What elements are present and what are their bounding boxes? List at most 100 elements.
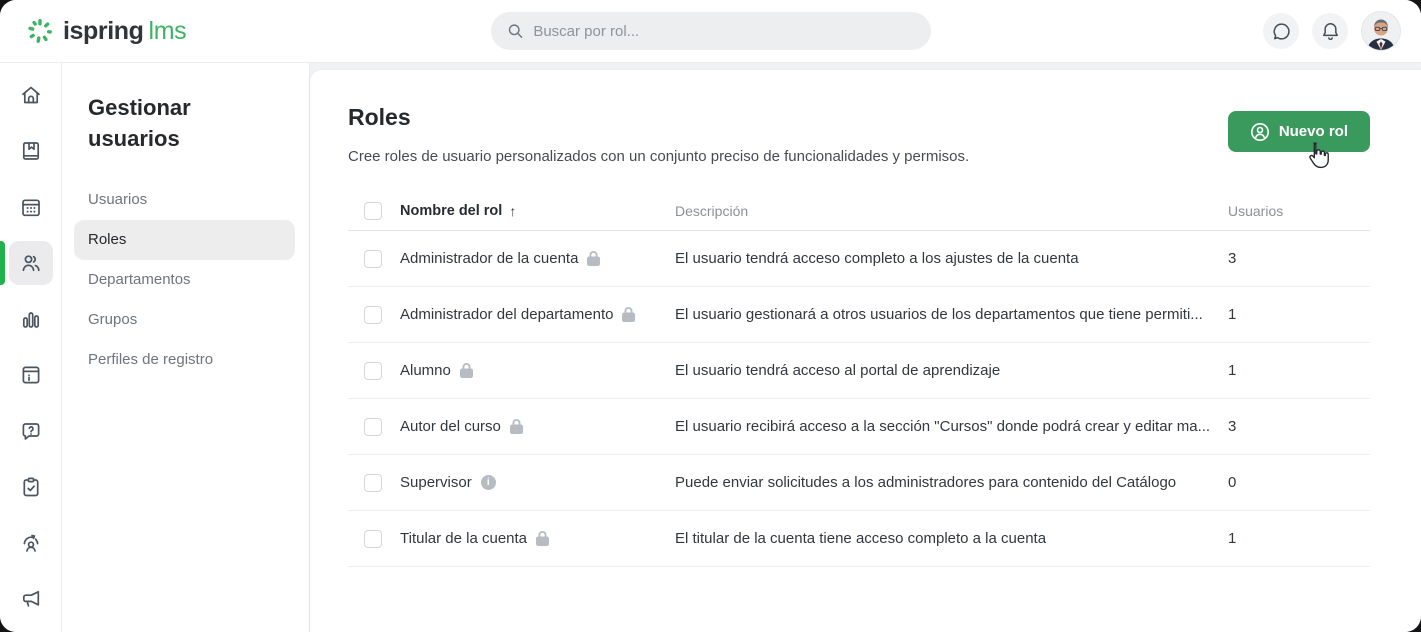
table-body: Administrador de la cuenta i El usuario … xyxy=(348,231,1370,567)
subnav-item-perfiles-de-registro[interactable]: Perfiles de registro xyxy=(74,340,295,380)
role-name: Alumno xyxy=(400,362,451,379)
clipboard-check-icon xyxy=(19,475,43,499)
lock-icon xyxy=(587,251,600,266)
row-checkbox[interactable] xyxy=(364,418,382,436)
subnav-item-label: Departamentos xyxy=(88,271,191,288)
table-header: Nombre del rol ↑ Descripción Usuarios xyxy=(348,191,1370,231)
info-window-icon xyxy=(19,363,43,387)
logo-product: lms xyxy=(149,17,187,45)
role-description: El usuario tendrá acceso completo a los … xyxy=(675,250,1228,267)
users-icon xyxy=(19,251,43,275)
search-input[interactable] xyxy=(533,23,914,40)
role-name: Supervisor xyxy=(400,474,472,491)
role-user-count: 3 xyxy=(1228,250,1370,267)
sidebar-item-help[interactable] xyxy=(9,409,53,453)
new-role-user-icon xyxy=(1250,122,1270,142)
logo-brand: ispring xyxy=(63,17,144,45)
row-checkbox[interactable] xyxy=(364,250,382,268)
role-description: Puede enviar solicitudes a los administr… xyxy=(675,474,1228,491)
subnav-item-label: Perfiles de registro xyxy=(88,351,213,368)
subnav-item-label: Usuarios xyxy=(88,191,147,208)
sidebar-item-skills[interactable] xyxy=(9,521,53,565)
table-row[interactable]: Autor del curso i El usuario recibirá ac… xyxy=(348,399,1370,455)
table-row[interactable]: Alumno i El usuario tendrá acceso al por… xyxy=(348,343,1370,399)
subnav-title: Gestionar usuarios xyxy=(88,92,258,154)
subnav-panel: Gestionar usuarios Usuarios Roles Departam… xyxy=(62,62,310,632)
roles-table: Nombre del rol ↑ Descripción Usuarios Ad… xyxy=(348,191,1370,567)
roles-card: Roles Cree roles de usuario personalizad… xyxy=(310,70,1421,632)
search-bar xyxy=(491,12,931,50)
bar-chart-icon xyxy=(19,307,43,331)
help-bubble-icon xyxy=(19,419,43,443)
new-role-button[interactable]: Nuevo rol xyxy=(1228,111,1370,152)
row-checkbox[interactable] xyxy=(364,362,382,380)
sidebar-item-home[interactable] xyxy=(9,73,53,117)
sidebar-item-calendar[interactable] xyxy=(9,185,53,229)
role-description: El usuario gestionará a otros usuarios d… xyxy=(675,306,1228,323)
subnav-item-roles[interactable]: Roles xyxy=(74,220,295,260)
megaphone-icon xyxy=(19,587,43,611)
search-icon xyxy=(507,22,524,40)
main-area: Roles Cree roles de usuario personalizad… xyxy=(310,62,1421,632)
column-header-description: Descripción xyxy=(675,203,1228,219)
ispring-logo: ispringlms xyxy=(26,17,186,46)
user-avatar[interactable] xyxy=(1361,11,1401,51)
topbar-actions xyxy=(1263,11,1401,51)
lock-icon xyxy=(460,363,473,378)
row-checkbox[interactable] xyxy=(364,530,382,548)
chat-icon xyxy=(1271,21,1292,42)
role-description: El usuario tendrá acceso al portal de ap… xyxy=(675,362,1228,379)
subnav-item-usuarios[interactable]: Usuarios xyxy=(74,180,295,220)
subnav-item-label: Grupos xyxy=(88,311,137,328)
role-user-count: 1 xyxy=(1228,362,1370,379)
role-user-count: 1 xyxy=(1228,530,1370,547)
lock-icon xyxy=(536,531,549,546)
subnav-item-departamentos[interactable]: Departamentos xyxy=(74,260,295,300)
table-row[interactable]: Titular de la cuenta i El titular de la … xyxy=(348,511,1370,567)
person-gauge-icon xyxy=(19,531,43,555)
role-name: Administrador del departamento xyxy=(400,306,613,323)
table-row[interactable]: Administrador del departamento i El usua… xyxy=(348,287,1370,343)
column-header-name[interactable]: Nombre del rol ↑ xyxy=(400,203,675,219)
page-title: Roles xyxy=(348,104,1370,131)
role-user-count: 3 xyxy=(1228,418,1370,435)
subnav-list: Usuarios Roles Departamentos Grupos Perfiles… xyxy=(62,180,295,380)
active-rail-indicator xyxy=(0,241,5,285)
subnav-item-label: Roles xyxy=(88,231,126,248)
table-row[interactable]: Supervisor i Puede enviar solicitudes a … xyxy=(348,455,1370,511)
select-all-checkbox[interactable] xyxy=(364,202,382,220)
app-window: ispringlms xyxy=(0,0,1421,632)
avatar-photo xyxy=(1362,12,1400,50)
row-checkbox[interactable] xyxy=(364,306,382,324)
new-role-button-label: Nuevo rol xyxy=(1279,123,1348,140)
sidebar-item-courses[interactable] xyxy=(9,129,53,173)
subnav-item-grupos[interactable]: Grupos xyxy=(74,300,295,340)
sidebar-item-reports[interactable] xyxy=(9,297,53,341)
sidebar-item-info[interactable] xyxy=(9,353,53,397)
sidebar-item-users[interactable] xyxy=(9,241,53,285)
role-name: Administrador de la cuenta xyxy=(400,250,578,267)
column-header-name-label: Nombre del rol xyxy=(400,203,502,219)
calendar-icon xyxy=(19,195,43,219)
lock-icon xyxy=(510,419,523,434)
sort-ascending-icon: ↑ xyxy=(509,203,516,219)
table-row[interactable]: Administrador de la cuenta i El usuario … xyxy=(348,231,1370,287)
ispring-burst-icon xyxy=(26,17,54,45)
sidebar-item-assignments[interactable] xyxy=(9,465,53,509)
role-name: Titular de la cuenta xyxy=(400,530,527,547)
role-description: El titular de la cuenta tiene acceso com… xyxy=(675,530,1228,547)
column-header-users: Usuarios xyxy=(1228,203,1370,219)
home-icon xyxy=(19,83,43,107)
book-icon xyxy=(19,139,43,163)
icon-rail xyxy=(0,62,62,632)
role-user-count: 1 xyxy=(1228,306,1370,323)
info-icon: i xyxy=(481,475,496,490)
bell-icon xyxy=(1320,21,1341,42)
role-description: El usuario recibirá acceso a la sección … xyxy=(675,418,1228,435)
notifications-button[interactable] xyxy=(1312,13,1348,49)
sidebar-item-announcements[interactable] xyxy=(9,577,53,621)
lock-icon xyxy=(622,307,635,322)
chat-button[interactable] xyxy=(1263,13,1299,49)
role-name: Autor del curso xyxy=(400,418,501,435)
row-checkbox[interactable] xyxy=(364,474,382,492)
